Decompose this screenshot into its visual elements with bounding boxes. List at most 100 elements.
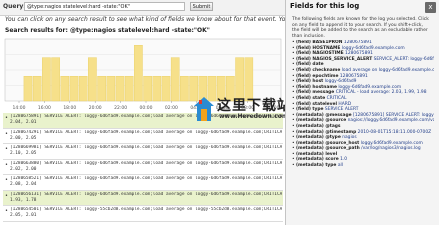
x-tick-label: 18:00 bbox=[63, 105, 76, 111]
intro-text: You can click on any search result to se… bbox=[5, 16, 285, 23]
field-name: (field) BASE1PRON bbox=[296, 40, 343, 45]
field-value: all bbox=[337, 163, 343, 169]
field-value: HARD bbox=[338, 101, 352, 107]
field-value: SERVICE_ALERT: loggy-6d6fad9.example.com… bbox=[373, 56, 434, 62]
x-tick-label: 00:00 bbox=[140, 105, 153, 111]
field-name: (field) HOSTNAME bbox=[296, 45, 341, 51]
bullet-icon: • bbox=[5, 146, 8, 152]
chart-bar[interactable] bbox=[106, 76, 116, 102]
field-value: /var/log/nagios3/nagios.log bbox=[361, 146, 421, 152]
field-name: (field) NAGIOSTIME bbox=[296, 51, 344, 57]
chart-bar[interactable] bbox=[32, 76, 42, 102]
panel-description: The following fields are known for the l… bbox=[292, 17, 429, 39]
chart-bar[interactable] bbox=[51, 57, 60, 102]
x-tick-label: 14:00 bbox=[13, 105, 26, 111]
chart-bar[interactable] bbox=[180, 76, 189, 102]
field-value: load average on loggy-6d6fad9.example.co… bbox=[341, 67, 434, 73]
submit-button[interactable]: Submit bbox=[190, 2, 213, 11]
fields-panel: Fields for this log x The following fiel… bbox=[285, 0, 439, 225]
x-tick-label: 20:00 bbox=[89, 105, 102, 111]
field-name: (metadata) @source bbox=[296, 118, 347, 124]
field-name: (metadata) @tags bbox=[296, 123, 341, 129]
field-row[interactable]: • (metadata) type all bbox=[292, 163, 434, 169]
field-value: loggy.6d6fad9.example.com bbox=[360, 140, 423, 146]
field-name: (field) type bbox=[296, 107, 324, 113]
log-results-list: • [1280675891] SERVICE ALERT: loggy-6d6fa… bbox=[3, 113, 283, 225]
bullet-icon: • bbox=[5, 208, 8, 214]
field-name: (metadata) @type bbox=[296, 135, 341, 141]
field-value: 1280675891 bbox=[343, 40, 372, 45]
panel-title: Fields for this log bbox=[290, 2, 360, 10]
close-button[interactable]: x bbox=[425, 2, 436, 13]
field-name: (metadata) type bbox=[296, 163, 337, 169]
log-text: [1280654501] SERVICE ALERT: loggy-55cb2d… bbox=[10, 207, 282, 218]
chart-bar[interactable] bbox=[124, 76, 134, 102]
field-name: (metadata) @source_host bbox=[296, 140, 360, 146]
log-row[interactable]: • [1280674291] SERVICE ALERT: loggy-6d6fa… bbox=[3, 129, 283, 144]
log-row[interactable]: • [1280656131] SERVICE ALERT: loggy-6d6fa… bbox=[3, 190, 283, 206]
field-name: (field) statelevel bbox=[296, 101, 338, 107]
field-name: (field) host bbox=[296, 79, 324, 85]
field-name: (field) epochtime bbox=[296, 73, 339, 79]
field-value: 1280675891 bbox=[345, 51, 373, 57]
watermark-logo: 这里下载站 www.Heredown.com bbox=[193, 95, 291, 125]
log-row[interactable]: • [1280669981] SERVICE ALERT: loggy-6d6fa… bbox=[3, 144, 283, 160]
field-name: (field) state bbox=[296, 95, 326, 101]
bullet-icon: • bbox=[5, 130, 8, 137]
field-name: (metadata) @source_path bbox=[296, 146, 360, 152]
field-value: loggy-6d6fad9.example.com bbox=[341, 45, 405, 51]
log-row[interactable]: • [1280663880] SERVICE ALERT: loggy-6d6fa… bbox=[3, 160, 283, 175]
field-value: nagios bbox=[342, 135, 357, 141]
chart-bar[interactable] bbox=[69, 76, 79, 102]
field-name: (field) hostname bbox=[296, 84, 337, 90]
bullet-icon: • bbox=[5, 161, 8, 168]
watermark-name: 这里下载站 bbox=[217, 98, 292, 114]
field-value: 1.0 bbox=[340, 157, 348, 163]
field-value: 1280675891 bbox=[339, 73, 368, 79]
results-title: Search results for: @type:nagios statele… bbox=[5, 27, 210, 34]
log-text: [1280674291] SERVICE ALERT: loggy-6d6fad… bbox=[10, 129, 282, 141]
field-list: • (field) BASE1PRON 1280675891 • (field) … bbox=[292, 40, 434, 220]
chart-bar[interactable] bbox=[161, 76, 171, 102]
log-row[interactable]: • [1280658521] SERVICE ALERT: loggy-6d6fa… bbox=[3, 175, 283, 191]
field-value: CRITICAL - load average: 2.03, 1.99, 1.9… bbox=[335, 90, 427, 96]
chart-bar[interactable] bbox=[88, 57, 97, 102]
bullet-icon: • bbox=[5, 192, 8, 199]
field-name: (field) date bbox=[296, 62, 324, 68]
chart-bar[interactable] bbox=[115, 76, 125, 102]
log-text: [1280658521] SERVICE ALERT: loggy-6d6fad… bbox=[10, 176, 282, 187]
chart-bar[interactable] bbox=[42, 57, 51, 102]
chart-bar[interactable] bbox=[97, 76, 106, 102]
log-text: [1280663880] SERVICE ALERT: loggy-6d6fad… bbox=[10, 160, 282, 172]
field-value: loggy-6d6fad9 bbox=[324, 79, 357, 85]
bullet-icon: • bbox=[5, 115, 8, 121]
field-name: (metadata) score bbox=[296, 157, 339, 163]
field-name: (field) message bbox=[296, 90, 335, 96]
field-name: (metadata) @timestamp bbox=[296, 129, 357, 135]
x-tick-label: 22:00 bbox=[114, 105, 127, 111]
chart-bar[interactable] bbox=[143, 76, 152, 102]
field-value: [1280675891] SERVICE ALERT: loggy-6d6fad… bbox=[352, 112, 434, 118]
chart-bar[interactable] bbox=[170, 57, 180, 102]
house-logo-icon bbox=[194, 97, 214, 121]
watermark-url: www.Heredown.com bbox=[219, 113, 289, 120]
bullet-icon: • bbox=[5, 177, 8, 183]
log-text: [1280656131] SERVICE ALERT: loggy-6d6fad… bbox=[10, 191, 282, 203]
field-value: CRITICAL bbox=[326, 95, 347, 101]
chart-bar[interactable] bbox=[60, 76, 70, 102]
chart-bar[interactable] bbox=[23, 76, 33, 102]
field-value: nagios://loggy.6d6fad9.example.com/var/l… bbox=[347, 118, 434, 124]
chart-bar[interactable] bbox=[152, 76, 162, 102]
field-name: (metadata) @message bbox=[296, 112, 352, 118]
x-tick-label: 16:00 bbox=[38, 105, 51, 111]
chart-bar[interactable] bbox=[78, 76, 88, 102]
field-name: (field) checkname bbox=[296, 67, 341, 73]
x-tick-label: 02:00 bbox=[165, 105, 178, 111]
log-row[interactable]: • [1280654501] SERVICE ALERT: loggy-55cb2… bbox=[3, 206, 283, 222]
query-label: Query: bbox=[3, 3, 26, 10]
chart-bar[interactable] bbox=[134, 44, 143, 102]
query-input[interactable]: @type:nagios statelevel:hard -state:"OK" bbox=[24, 2, 185, 11]
field-value: loggy-6d6fad9.example.com bbox=[338, 84, 402, 90]
field-value: 2010-08-01T15:18:11.000-0700Z bbox=[357, 129, 432, 135]
log-text: [1280669981] SERVICE ALERT: loggy-6d6fad… bbox=[10, 145, 282, 156]
